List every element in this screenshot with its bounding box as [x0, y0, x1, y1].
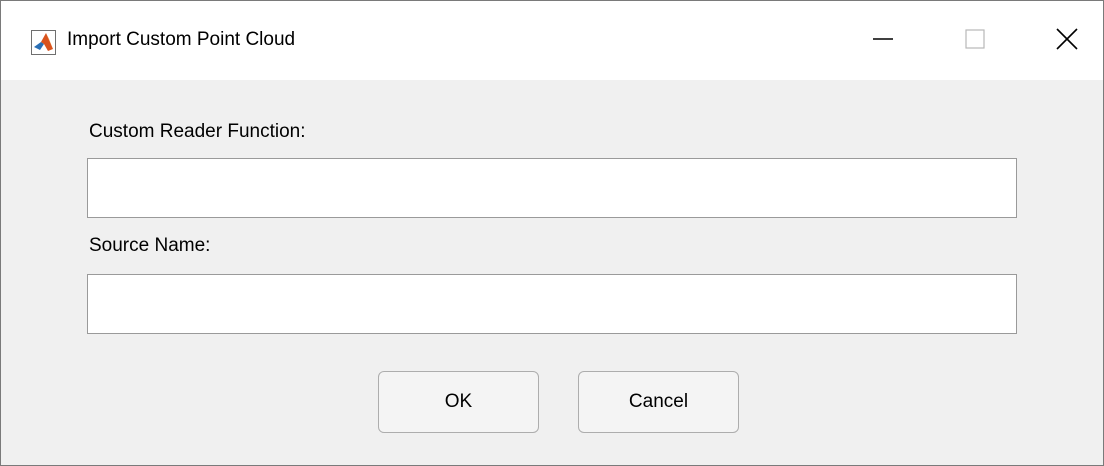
minimize-button[interactable]	[853, 9, 913, 69]
source-name-input[interactable]	[87, 274, 1017, 334]
title-bar[interactable]: Import Custom Point Cloud	[1, 1, 1103, 80]
cancel-button[interactable]: Cancel	[578, 371, 739, 433]
reader-function-label: Custom Reader Function:	[89, 121, 306, 142]
reader-function-input[interactable]	[87, 158, 1017, 218]
close-button[interactable]	[1037, 9, 1097, 69]
matlab-logo-icon	[31, 30, 56, 55]
maximize-button[interactable]	[945, 9, 1005, 69]
ok-button[interactable]: OK	[378, 371, 539, 433]
source-name-label: Source Name:	[89, 235, 211, 256]
window-title: Import Custom Point Cloud	[67, 29, 296, 50]
dialog-window: Import Custom Point Cloud Custom Reader …	[0, 0, 1104, 466]
